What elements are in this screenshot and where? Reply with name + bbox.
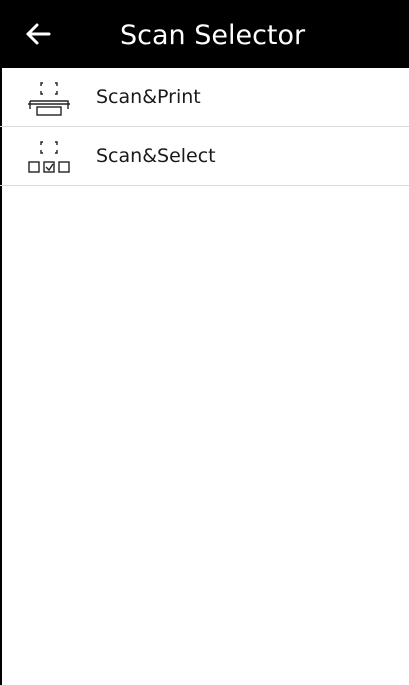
- page-title: Scan Selector: [120, 20, 306, 51]
- menu-item-scan-print[interactable]: Scan&Print: [0, 68, 409, 127]
- top-app-bar: Scan Selector: [0, 0, 409, 68]
- scan-select-icon: [28, 141, 70, 173]
- menu-item-label: Scan&Select: [96, 145, 216, 167]
- menu-item-scan-select[interactable]: Scan&Select: [0, 127, 409, 186]
- arrow-left-icon: [26, 23, 51, 45]
- back-button[interactable]: [18, 14, 58, 54]
- menu-item-label: Scan&Print: [96, 86, 201, 108]
- scan-mode-list: Scan&Print Scan&Select: [0, 68, 409, 186]
- scan-print-icon: [28, 82, 70, 116]
